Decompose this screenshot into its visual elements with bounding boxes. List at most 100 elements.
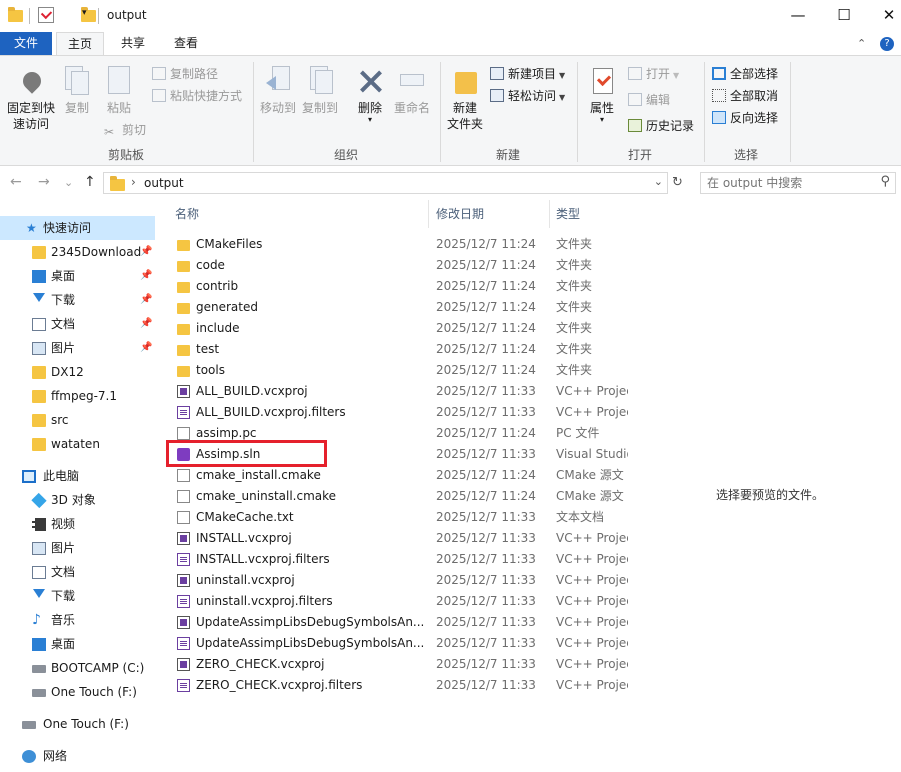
tab-home[interactable]: 主页 <box>56 32 104 56</box>
file-row[interactable]: cmake_uninstall.cmake 2025/12/7 11:24 CMak… <box>174 486 628 507</box>
nav-pc-item[interactable]: 3D 对象 <box>0 488 155 512</box>
file-name[interactable]: UpdateAssimpLibsDebugSymbolsAn... <box>196 633 426 654</box>
nav-quick-item[interactable]: src <box>0 408 155 432</box>
nav-pc-item[interactable]: ♪ 音乐 <box>0 608 155 632</box>
refresh-button[interactable]: ↻ <box>672 175 683 190</box>
properties-quick-icon[interactable] <box>38 7 54 23</box>
file-row[interactable]: ALL_BUILD.vcxproj 2025/12/7 11:33 VC++ Pro… <box>174 381 628 402</box>
help-icon[interactable]: ? <box>880 37 894 51</box>
nav-drive-root[interactable]: One Touch (F:) <box>0 712 155 736</box>
nav-quick-item[interactable]: ffmpeg-7.1 <box>0 384 155 408</box>
file-name[interactable]: uninstall.vcxproj.filters <box>196 591 426 612</box>
file-row[interactable]: INSTALL.vcxproj.filters 2025/12/7 11:33 VC… <box>174 549 628 570</box>
file-row[interactable]: include 2025/12/7 11:24 文件夹 <box>174 318 628 339</box>
file-row[interactable]: CMakeCache.txt 2025/12/7 11:33 文本文档 <box>174 507 628 528</box>
select-none-button[interactable]: 全部取消 <box>712 88 778 104</box>
file-row[interactable]: ALL_BUILD.vcxproj.filters 2025/12/7 11:33… <box>174 402 628 423</box>
new-folder-button[interactable]: 新建 文件夹 <box>444 66 486 132</box>
file-name[interactable]: UpdateAssimpLibsDebugSymbolsAn... <box>196 612 426 633</box>
file-name[interactable]: ZERO_CHECK.vcxproj.filters <box>196 675 426 696</box>
nav-quick-item[interactable]: 2345Download 📌 <box>0 240 155 264</box>
file-name[interactable]: INSTALL.vcxproj.filters <box>196 549 426 570</box>
new-item-button[interactable]: 新建项目 ▼ <box>490 66 565 84</box>
nav-pc-item[interactable]: 桌面 <box>0 632 155 656</box>
tab-share[interactable]: 共享 <box>110 32 156 56</box>
file-row[interactable]: cmake_install.cmake 2025/12/7 11:24 CMake … <box>174 465 628 486</box>
nav-this-pc[interactable]: 此电脑 <box>0 464 155 488</box>
nav-pc-item[interactable]: 文档 <box>0 560 155 584</box>
edit-button[interactable]: 编辑 <box>628 92 670 108</box>
address-box[interactable]: › output ⌄ <box>103 172 668 194</box>
nav-quick-item[interactable]: wataten <box>0 432 155 456</box>
nav-quick-item[interactable]: 下载 📌 <box>0 288 155 312</box>
recent-locations-button[interactable]: ⌄ <box>64 176 73 189</box>
file-row[interactable]: test 2025/12/7 11:24 文件夹 <box>174 339 628 360</box>
file-row[interactable]: UpdateAssimpLibsDebugSymbolsAn... 2025/12… <box>174 612 628 633</box>
easy-access-button[interactable]: 轻松访问 ▼ <box>490 88 565 106</box>
file-name[interactable]: uninstall.vcxproj <box>196 570 426 591</box>
file-row[interactable]: tools 2025/12/7 11:24 文件夹 <box>174 360 628 381</box>
collapse-ribbon-icon[interactable]: ⌃ <box>857 37 866 50</box>
file-name[interactable]: INSTALL.vcxproj <box>196 528 426 549</box>
nav-pc-item[interactable]: 图片 <box>0 536 155 560</box>
forward-button[interactable]: → <box>38 174 50 190</box>
tab-file[interactable]: 文件 <box>0 32 52 56</box>
file-row[interactable]: ZERO_CHECK.vcxproj.filters 2025/12/7 11:3… <box>174 675 628 696</box>
copy-path-button[interactable]: 复制路径 <box>152 66 218 82</box>
rename-button[interactable]: 重命名 <box>392 66 432 116</box>
column-header-date[interactable]: 修改日期 <box>436 205 484 222</box>
invert-selection-button[interactable]: 反向选择 <box>712 110 778 126</box>
maximize-button[interactable]: ☐ <box>821 0 867 32</box>
nav-quick-item[interactable]: DX12 <box>0 360 155 384</box>
file-name[interactable]: cmake_install.cmake <box>196 465 426 486</box>
properties-button[interactable]: 属性 ▾ <box>584 66 620 124</box>
file-row[interactable]: CMakeFiles 2025/12/7 11:24 文件夹 <box>174 234 628 255</box>
file-name[interactable]: CMakeFiles <box>196 234 426 255</box>
file-row[interactable]: ZERO_CHECK.vcxproj 2025/12/7 11:33 VC++ Pr… <box>174 654 628 675</box>
move-to-button[interactable]: 移动到 <box>258 66 298 116</box>
history-button[interactable]: 历史记录 <box>628 118 694 134</box>
file-row[interactable]: uninstall.vcxproj.filters 2025/12/7 11:33… <box>174 591 628 612</box>
back-button[interactable]: ← <box>10 174 22 190</box>
up-button[interactable]: ↑ <box>84 174 96 190</box>
column-header-name[interactable]: 名称 <box>175 205 199 222</box>
nav-pc-item[interactable]: BOOTCAMP (C:) <box>0 656 155 680</box>
file-row[interactable]: INSTALL.vcxproj 2025/12/7 11:33 VC++ Proje… <box>174 528 628 549</box>
nav-pc-item[interactable]: 视频 <box>0 512 155 536</box>
file-name[interactable]: test <box>196 339 426 360</box>
customize-toolbar-icon[interactable]: ▾ <box>82 8 98 24</box>
cut-button[interactable]: ✂ 剪切 <box>104 122 146 139</box>
nav-quick-item[interactable]: 桌面 📌 <box>0 264 155 288</box>
file-name[interactable]: cmake_uninstall.cmake <box>196 486 426 507</box>
copy-button[interactable]: 复制 <box>62 66 92 116</box>
column-header-type[interactable]: 类型 <box>556 205 580 222</box>
file-name[interactable]: code <box>196 255 426 276</box>
close-button[interactable]: ✕ <box>866 0 901 32</box>
copy-to-button[interactable]: 复制到 <box>300 66 340 116</box>
file-name[interactable]: tools <box>196 360 426 381</box>
nav-network[interactable]: 网络 <box>0 744 155 768</box>
file-name[interactable]: contrib <box>196 276 426 297</box>
select-all-button[interactable]: 全部选择 <box>712 66 778 82</box>
nav-quick-item[interactable]: 图片 📌 <box>0 336 155 360</box>
file-name[interactable]: generated <box>196 297 426 318</box>
file-name[interactable]: CMakeCache.txt <box>196 507 426 528</box>
paste-button[interactable]: 粘贴 <box>102 66 136 116</box>
open-button[interactable]: 打开 ▼ <box>628 66 679 84</box>
search-input[interactable] <box>707 176 877 190</box>
file-row[interactable]: contrib 2025/12/7 11:24 文件夹 <box>174 276 628 297</box>
file-name[interactable]: ALL_BUILD.vcxproj.filters <box>196 402 426 423</box>
address-path[interactable]: output <box>144 176 184 190</box>
nav-pc-item[interactable]: 下载 <box>0 584 155 608</box>
pin-quick-access-button[interactable]: 固定到快 速访问 <box>4 66 58 132</box>
address-dropdown-button[interactable]: ⌄ <box>654 175 663 188</box>
minimize-button[interactable]: — <box>775 0 821 32</box>
nav-quick-access[interactable]: ★ 快速访问 <box>0 216 155 240</box>
file-row[interactable]: UpdateAssimpLibsDebugSymbolsAn... 2025/12… <box>174 633 628 654</box>
file-name[interactable]: ZERO_CHECK.vcxproj <box>196 654 426 675</box>
file-row[interactable]: uninstall.vcxproj 2025/12/7 11:33 VC++ Pro… <box>174 570 628 591</box>
paste-shortcut-button[interactable]: 粘贴快捷方式 <box>152 88 242 104</box>
file-row[interactable]: code 2025/12/7 11:24 文件夹 <box>174 255 628 276</box>
nav-pc-item[interactable]: One Touch (F:) <box>0 680 155 704</box>
file-name[interactable]: ALL_BUILD.vcxproj <box>196 381 426 402</box>
